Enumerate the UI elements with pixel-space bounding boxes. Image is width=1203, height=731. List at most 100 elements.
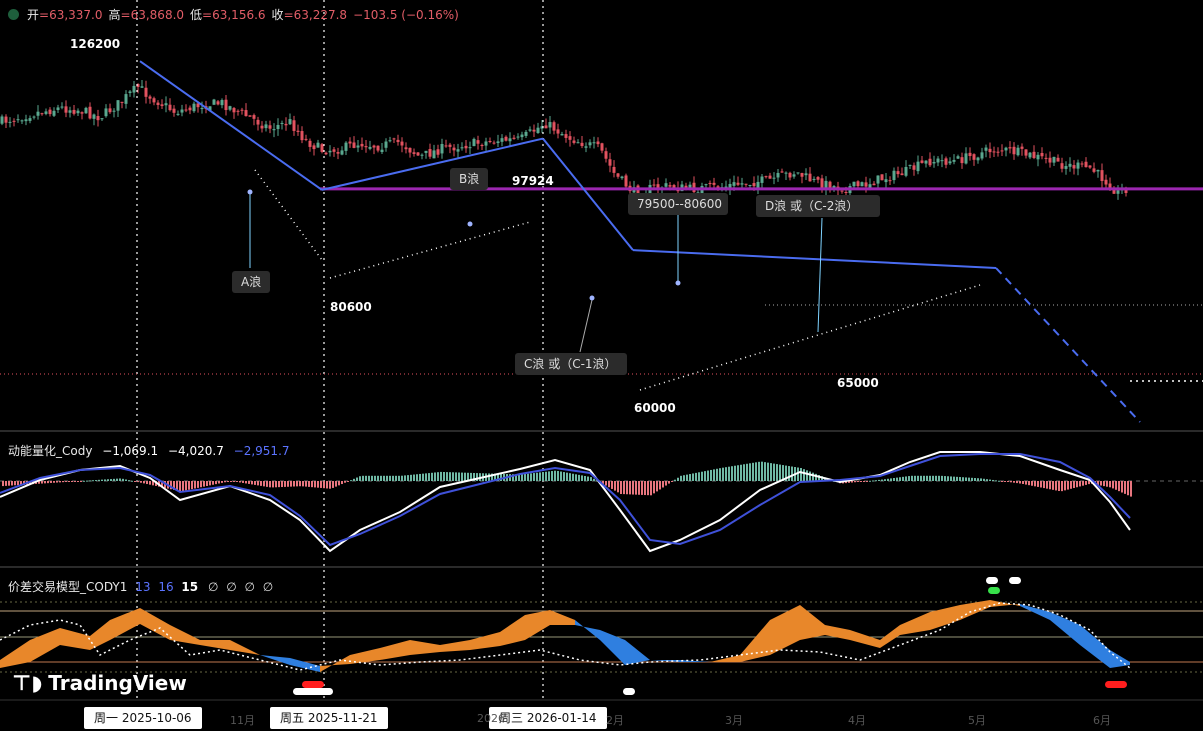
candle-body [312, 145, 316, 150]
candle-body [344, 142, 348, 151]
momentum-histogram-bar [983, 478, 985, 481]
momentum-histogram-bar [962, 477, 964, 481]
momentum-histogram-bar [251, 481, 253, 485]
high-label: 高 [108, 8, 121, 22]
candle-body [528, 129, 532, 131]
candle-body [104, 108, 108, 117]
momentum-histogram-bar [878, 479, 880, 481]
momentum-histogram-bar [710, 469, 712, 481]
momentum-histogram-bar [107, 479, 109, 481]
projection-line [995, 267, 1141, 423]
momentum-histogram-bar [620, 481, 622, 494]
open-value: =63,337.0 [39, 8, 103, 22]
momentum-histogram-bar [581, 475, 583, 481]
signal-marker [293, 688, 333, 695]
momentum-histogram-bar [884, 479, 886, 481]
candle-body [96, 116, 100, 121]
candle-body [952, 159, 956, 162]
candle-body [452, 147, 456, 151]
candle-body [920, 160, 924, 163]
candle-body [976, 157, 980, 161]
candle-body [368, 146, 372, 149]
momentum-histogram-bar [185, 481, 187, 491]
candle-body [500, 138, 504, 142]
indicator2-header[interactable]: 价差交易模型_CODY1 13 16 15 ∅ ∅ ∅ ∅ [8, 578, 273, 595]
candle-body [52, 110, 56, 116]
momentum-histogram-bar [278, 481, 280, 488]
momentum-histogram-bar [1109, 481, 1111, 488]
candle-body [264, 124, 268, 129]
momentum-histogram-bar [392, 475, 394, 481]
momentum-histogram-bar [929, 475, 931, 481]
overlay-layer: 126200 80600 97924 60000 65000 A浪 B浪 79500--806… [0, 0, 1203, 701]
momentum-histogram-bar [449, 472, 451, 481]
candle-body [956, 156, 960, 159]
momentum-histogram-bar [704, 471, 706, 481]
candle-body [160, 104, 164, 107]
momentum-histogram-bar [311, 481, 313, 488]
candle-body [228, 106, 232, 110]
candle-body [512, 137, 516, 139]
candle-body [316, 142, 320, 148]
momentum-histogram-bar [305, 481, 307, 487]
momentum-histogram-bar [959, 477, 961, 481]
candle-body [1124, 190, 1128, 193]
momentum-histogram-bar [986, 479, 988, 481]
candle-body [112, 110, 116, 112]
candle-body [944, 158, 948, 165]
candle-body [748, 184, 752, 186]
momentum-histogram-bar [248, 481, 250, 484]
candle-body [892, 170, 896, 181]
close-value: =63,227.8 [283, 8, 348, 22]
momentum-histogram-bar [950, 476, 952, 481]
momentum-histogram-bar [665, 481, 667, 486]
momentum-histogram-bar [893, 478, 895, 481]
spread-area-up [900, 612, 930, 635]
candle-body [544, 125, 548, 129]
indicator2-flag-3: ∅ [244, 580, 255, 594]
ohlc-header: 开=63,337.0 高=63,868.0 低=63,156.6 收=63,227.8… [8, 6, 465, 23]
momentum-histogram-bar [446, 472, 448, 481]
candle-body [560, 134, 564, 136]
candle-body [444, 145, 448, 147]
momentum-histogram-bar [902, 476, 904, 481]
indicator1-header[interactable]: 动能量化_Cody −1,069.1 −4,020.7 −2,951.7 [8, 442, 290, 459]
candle-body [1096, 169, 1100, 172]
candle-body [468, 147, 472, 149]
spread-area-up [0, 640, 30, 668]
candle-body [776, 172, 780, 178]
candle-body [736, 182, 740, 185]
momentum-histogram-bar [224, 481, 226, 483]
momentum-histogram-bar [8, 481, 10, 486]
candle-body [88, 106, 92, 119]
momentum-histogram-bar [677, 477, 679, 481]
candle-body [128, 91, 132, 93]
momentum-histogram-bar [536, 472, 538, 481]
price-label-97924: 97924 [512, 174, 554, 188]
momentum-histogram-bar [872, 480, 874, 482]
d-wave-label: D浪 或（C-2浪） [765, 198, 858, 213]
momentum-histogram-bar [455, 472, 457, 481]
momentum-histogram-bar [584, 475, 586, 481]
candle-body [224, 99, 228, 111]
momentum-histogram-bar [974, 478, 976, 481]
momentum-histogram-bar [140, 481, 142, 483]
symbol-icon[interactable] [8, 9, 19, 20]
candle-body [612, 166, 616, 173]
candle-body [484, 141, 488, 146]
candle-body [64, 106, 68, 113]
chart-canvas[interactable]: 126200 80600 97924 60000 65000 A浪 B浪 79500--806… [0, 0, 1203, 731]
indicator2-flag-4: ∅ [262, 580, 274, 594]
candle-body [820, 178, 824, 189]
momentum-histogram-bar [566, 472, 568, 481]
momentum-histogram-bar [647, 481, 649, 496]
momentum-histogram-bar [629, 481, 631, 495]
candle-body [432, 150, 436, 159]
candle-body [1044, 157, 1048, 159]
candle-body [48, 109, 52, 115]
candle-body [280, 122, 284, 124]
candle-body [532, 129, 536, 132]
momentum-histogram-bar [806, 470, 808, 481]
momentum-histogram-bar [1079, 481, 1081, 487]
tradingview-logo[interactable]: ⊤◗ TradingView [12, 671, 187, 695]
